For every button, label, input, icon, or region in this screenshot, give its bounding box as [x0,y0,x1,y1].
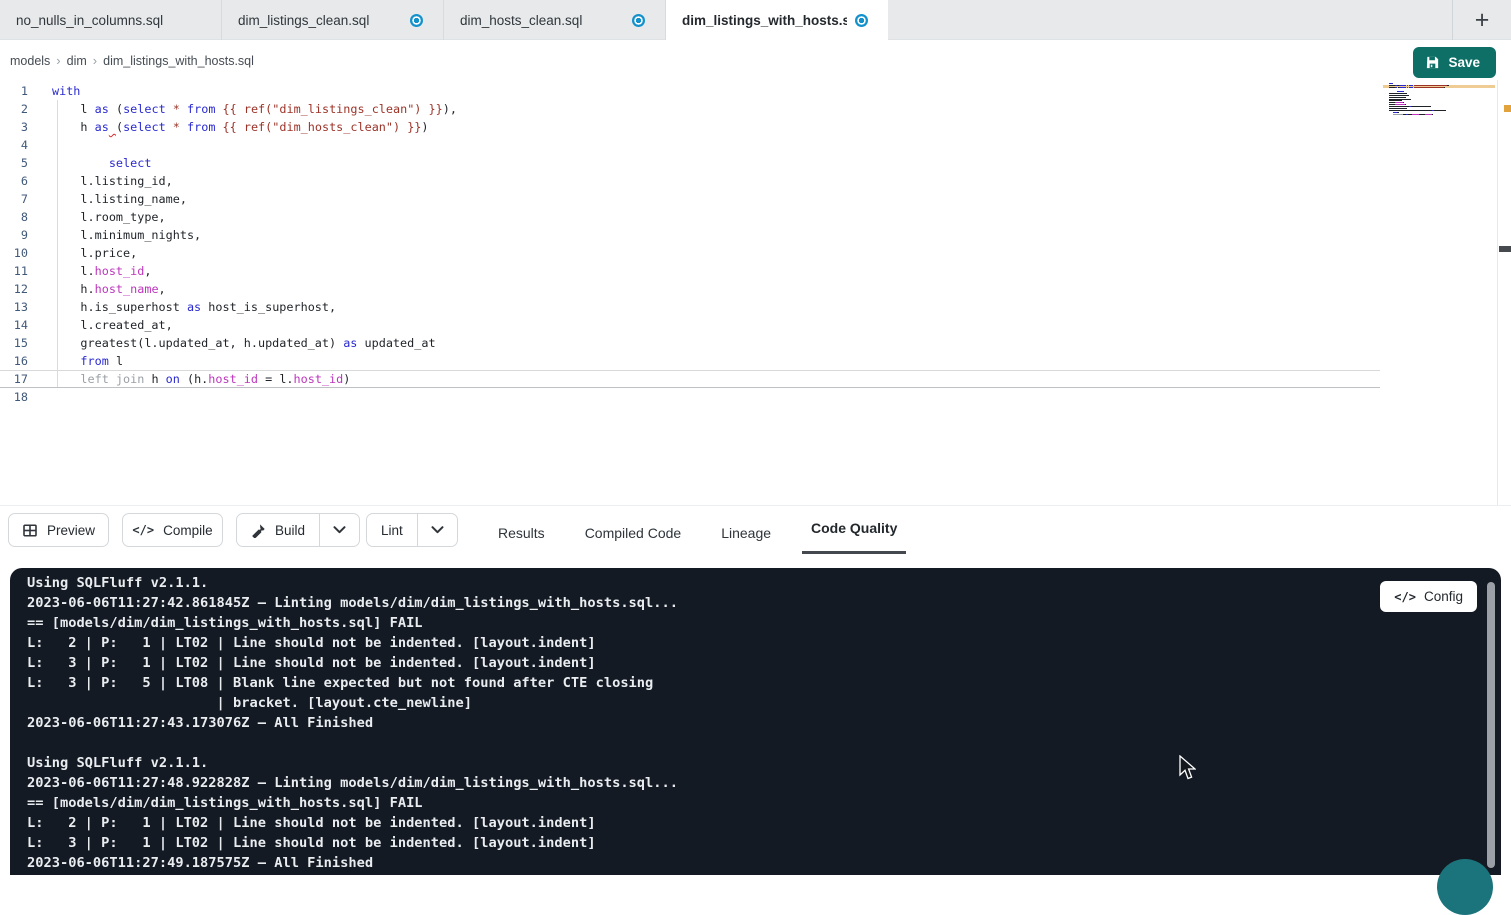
table-icon [22,523,38,538]
code-line[interactable]: h.host_name, [0,280,1380,298]
breadcrumb-item-models: models [10,54,50,68]
build-button-label: Build [275,523,305,538]
lint-button-label: Lint [381,523,403,538]
compile-button[interactable]: </> Compile [122,513,223,547]
tab-lineage-label: Lineage [721,525,771,541]
tab-code-quality-label: Code Quality [811,520,897,536]
tab-code-quality[interactable]: Code Quality [808,506,900,560]
code-line[interactable]: h as (select * from {{ ref("dim_hosts_cl… [0,118,1380,136]
terminal-scrollbar-thumb[interactable] [1487,582,1495,868]
code-editor[interactable]: 123456789101112131415161718 with l as (s… [0,80,1511,505]
tab-no-nulls-in-columns[interactable]: no_nulls_in_columns.sql [0,0,222,40]
tab-results[interactable]: Results [495,506,548,560]
config-button-label: Config [1424,589,1463,604]
code-line[interactable]: l.host_id, [0,262,1380,280]
code-icon: </> [1394,590,1416,604]
tabbar-spacer [888,0,1452,39]
breadcrumb-separator: › [93,53,97,68]
code-line[interactable]: select [0,154,1380,172]
tab-dim-hosts-clean[interactable]: dim_hosts_clean.sql [444,0,666,40]
action-bar: Preview </> Compile Build Lint R [0,505,1511,568]
code-line[interactable]: greatest(l.updated_at, h.updated_at) as … [0,334,1380,352]
code-line[interactable]: with [0,82,1380,100]
save-button-label: Save [1448,55,1480,70]
help-fab-button[interactable] [1437,859,1493,915]
editor-scrollbar-thumb[interactable] [1499,246,1511,252]
lint-split-button: Lint [366,513,458,547]
code-line[interactable]: l.price, [0,244,1380,262]
config-button[interactable]: </> Config [1380,581,1477,612]
code-line[interactable]: l.minimum_nights, [0,226,1380,244]
lint-dropdown-button[interactable] [417,514,457,546]
tab-compiled-code[interactable]: Compiled Code [582,506,685,560]
code-line[interactable]: l as (select * from {{ ref("dim_listings… [0,100,1380,118]
minimap[interactable] [1389,83,1465,118]
chevron-down-icon [333,526,346,534]
code-line[interactable]: l.listing_name, [0,190,1380,208]
code-line[interactable]: l.room_type, [0,208,1380,226]
floppy-disk-icon [1425,55,1440,70]
overview-ruler-error-marker [1504,105,1511,112]
lint-output-terminal: Using SQLFluff v2.1.1.2023-06-06T11:27:4… [10,568,1501,875]
breadcrumb-separator: › [56,53,60,68]
code-line[interactable]: h.is_superhost as host_is_superhost, [0,298,1380,316]
result-panel-tabs: Results Compiled Code Lineage Code Quali… [495,506,900,560]
compile-button-label: Compile [163,523,213,538]
tab-compiled-code-label: Compiled Code [585,525,682,541]
new-tab-button[interactable]: + [1453,0,1511,40]
terminal-output: Using SQLFluff v2.1.1.2023-06-06T11:27:4… [27,573,678,873]
chevron-down-icon [431,526,444,534]
file-header-bar: models › dim › dim_listings_with_hosts.s… [0,41,1511,80]
editor-tab-bar: no_nulls_in_columns.sql dim_listings_cle… [0,0,1511,40]
breadcrumb-item-file: dim_listings_with_hosts.sql [103,54,254,68]
tab-dim-listings-clean[interactable]: dim_listings_clean.sql [222,0,444,40]
build-dropdown-button[interactable] [319,514,359,546]
tab-label: dim_hosts_clean.sql [460,13,582,28]
build-button[interactable]: Build [237,514,319,546]
tab-label: dim_listings_clean.sql [238,13,369,28]
tab-lineage[interactable]: Lineage [718,506,774,560]
save-button[interactable]: Save [1413,47,1496,78]
code-line[interactable] [0,388,1380,406]
breadcrumb-item-dim: dim [67,54,87,68]
tab-dim-listings-with-hosts[interactable]: dim_listings_with_hosts.sql [666,0,888,41]
code-line[interactable]: left join h on (h.host_id = l.host_id) [0,370,1380,388]
code-line[interactable] [0,136,1380,154]
unsaved-dot-icon [855,14,868,27]
build-split-button: Build [236,513,360,547]
tab-results-label: Results [498,525,545,541]
code-line[interactable]: from l [0,352,1380,370]
preview-button[interactable]: Preview [8,513,109,547]
code-lines[interactable]: with l as (select * from {{ ref("dim_lis… [0,82,1380,406]
unsaved-dot-icon [410,14,423,27]
lint-button[interactable]: Lint [367,514,417,546]
editor-scrollbar-track [1497,80,1498,505]
code-line[interactable]: l.created_at, [0,316,1380,334]
unsaved-dot-icon [632,14,645,27]
code-icon: </> [132,523,154,537]
breadcrumb: models › dim › dim_listings_with_hosts.s… [10,53,254,68]
tab-label: no_nulls_in_columns.sql [16,13,163,28]
code-line[interactable]: l.listing_id, [0,172,1380,190]
tab-label: dim_listings_with_hosts.sql [682,13,847,28]
hammer-icon [251,523,266,538]
preview-button-label: Preview [47,523,95,538]
